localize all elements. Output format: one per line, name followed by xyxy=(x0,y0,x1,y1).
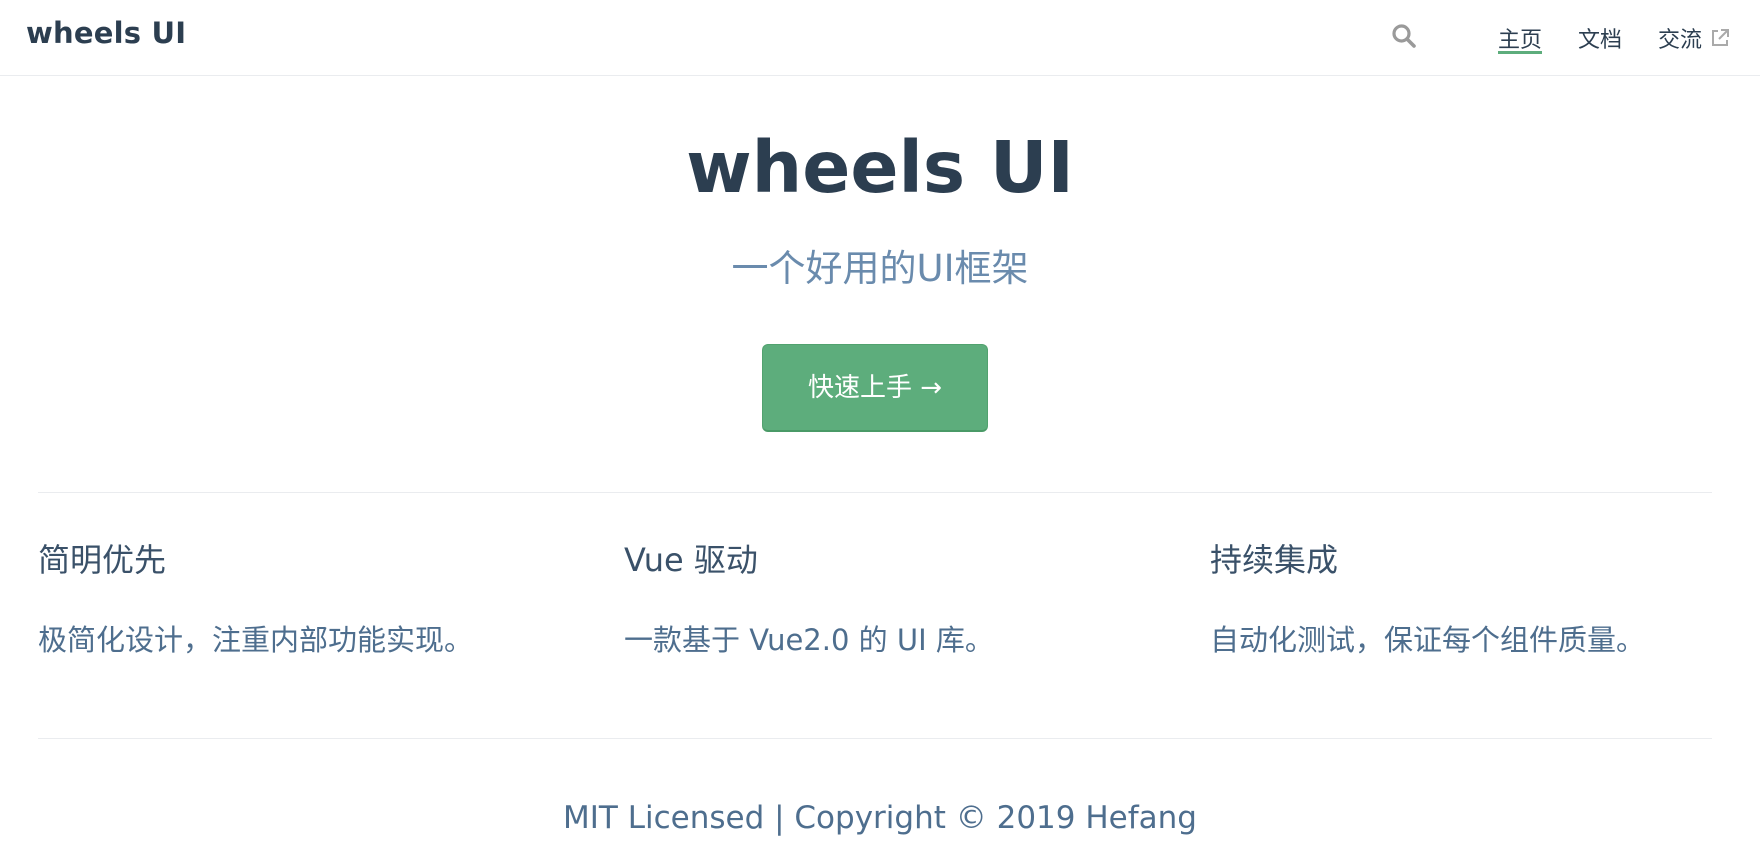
feature-item: 简明优先 极简化设计，注重内部功能实现。 xyxy=(38,540,558,660)
navbar: wheels UI 主页 文档 交流 xyxy=(0,0,1760,76)
feature-description: 一款基于 Vue2.0 的 UI 库。 xyxy=(624,623,994,657)
footer: MIT Licensed | Copyright © 2019 Hefang xyxy=(563,800,1197,836)
nav-links: 主页 文档 交流 xyxy=(1386,0,1730,76)
nav-item-label: 主页 xyxy=(1497,28,1542,53)
features: 简明优先 极简化设计，注重内部功能实现。 Vue 驱动 一款基于 Vue2.0 … xyxy=(38,540,1712,690)
feature-title: 简明优先 xyxy=(38,541,167,579)
nav-item-label: 文档 xyxy=(1577,28,1622,53)
feature-description: 极简化设计，注重内部功能实现。 xyxy=(38,623,474,657)
get-started-button[interactable]: 快速上手 → xyxy=(762,344,988,432)
search-icon xyxy=(1391,23,1417,53)
feature-item: Vue 驱动 一款基于 Vue2.0 的 UI 库。 xyxy=(624,540,1144,660)
search-button[interactable] xyxy=(1386,20,1422,56)
nav-item-community[interactable]: 交流 xyxy=(1658,0,1730,76)
divider xyxy=(38,738,1712,739)
divider xyxy=(38,492,1712,493)
external-link-icon xyxy=(1710,28,1730,48)
hero-description: 一个好用的UI框架 xyxy=(731,247,1029,290)
nav-item-home[interactable]: 主页 xyxy=(1497,0,1542,76)
nav-item-docs[interactable]: 文档 xyxy=(1578,0,1622,76)
feature-title: 持续集成 xyxy=(1210,541,1339,579)
nav-item-label: 交流 xyxy=(1657,28,1702,53)
feature-item: 持续集成 自动化测试，保证每个组件质量。 xyxy=(1210,540,1730,660)
hero-title: wheels UI xyxy=(686,126,1074,209)
site-name-link[interactable]: wheels UI xyxy=(26,14,186,52)
feature-title: Vue 驱动 xyxy=(624,541,758,579)
feature-description: 自动化测试，保证每个组件质量。 xyxy=(1210,623,1646,657)
